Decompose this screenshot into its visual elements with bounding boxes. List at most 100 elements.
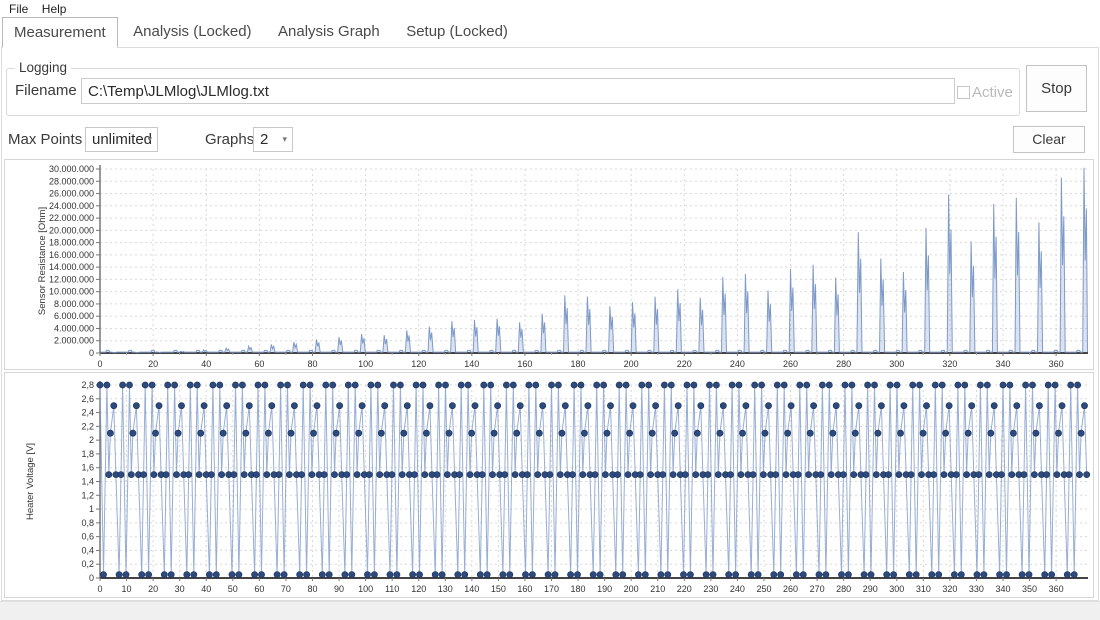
- svg-text:260: 260: [783, 359, 798, 369]
- svg-text:50: 50: [228, 584, 238, 594]
- svg-text:160: 160: [517, 584, 532, 594]
- heater-voltage-chart: 00,20,40,60,811,21,41,61,822,22,42,62,80…: [4, 372, 1094, 598]
- svg-text:360: 360: [1049, 359, 1064, 369]
- max-points-select[interactable]: unlimited ▾: [85, 127, 158, 152]
- svg-text:80: 80: [307, 359, 317, 369]
- svg-text:2: 2: [89, 435, 94, 445]
- svg-text:280: 280: [836, 359, 851, 369]
- menu-bar: File Help: [0, 0, 1100, 17]
- graphs-select[interactable]: 2 ▾: [253, 127, 293, 152]
- tab-setup-locked[interactable]: Setup (Locked): [395, 17, 519, 47]
- svg-text:100: 100: [358, 359, 373, 369]
- max-points-value: unlimited: [92, 131, 152, 148]
- svg-text:20: 20: [148, 584, 158, 594]
- svg-text:220: 220: [677, 359, 692, 369]
- tab-bar: Measurement Analysis (Locked) Analysis G…: [2, 17, 519, 48]
- svg-text:200: 200: [624, 584, 639, 594]
- svg-text:24.000.000: 24.000.000: [49, 201, 94, 211]
- svg-text:16.000.000: 16.000.000: [49, 250, 94, 260]
- svg-text:300: 300: [889, 584, 904, 594]
- svg-text:18.000.000: 18.000.000: [49, 238, 94, 248]
- svg-text:1,4: 1,4: [81, 477, 94, 487]
- svg-text:0: 0: [89, 348, 94, 358]
- svg-text:80: 80: [307, 584, 317, 594]
- svg-text:140: 140: [464, 359, 479, 369]
- svg-text:8.000.000: 8.000.000: [54, 299, 94, 309]
- svg-text:120: 120: [411, 359, 426, 369]
- menu-help[interactable]: Help: [42, 2, 67, 16]
- svg-text:1,6: 1,6: [81, 463, 94, 473]
- svg-text:0,2: 0,2: [81, 559, 94, 569]
- svg-text:150: 150: [491, 584, 506, 594]
- svg-text:160: 160: [517, 359, 532, 369]
- svg-text:250: 250: [756, 584, 771, 594]
- svg-text:230: 230: [703, 584, 718, 594]
- filename-label: Filename: [15, 82, 77, 99]
- svg-text:10: 10: [122, 584, 132, 594]
- svg-text:220: 220: [677, 584, 692, 594]
- checkbox-icon[interactable]: [957, 86, 970, 99]
- svg-text:30.000.000: 30.000.000: [49, 164, 94, 174]
- chevron-down-icon: ▾: [147, 128, 152, 151]
- svg-text:4.000.000: 4.000.000: [54, 323, 94, 333]
- svg-text:28.000.000: 28.000.000: [49, 176, 94, 186]
- svg-text:6.000.000: 6.000.000: [54, 311, 94, 321]
- filename-input[interactable]: [81, 78, 955, 104]
- svg-text:320: 320: [942, 584, 957, 594]
- svg-text:280: 280: [836, 584, 851, 594]
- svg-text:360: 360: [1049, 584, 1064, 594]
- active-checkbox[interactable]: Active: [957, 84, 1013, 101]
- svg-text:20: 20: [148, 359, 158, 369]
- svg-text:0,8: 0,8: [81, 518, 94, 528]
- svg-text:Sensor Resistance [Ohm]: Sensor Resistance [Ohm]: [37, 207, 48, 315]
- svg-text:22.000.000: 22.000.000: [49, 213, 94, 223]
- svg-text:290: 290: [863, 584, 878, 594]
- svg-text:0,4: 0,4: [81, 545, 94, 555]
- svg-text:340: 340: [995, 584, 1010, 594]
- svg-text:1,8: 1,8: [81, 449, 94, 459]
- svg-text:110: 110: [385, 584, 399, 594]
- svg-text:40: 40: [201, 584, 211, 594]
- svg-text:130: 130: [438, 584, 453, 594]
- svg-text:12.000.000: 12.000.000: [49, 274, 94, 284]
- tab-analysis-locked[interactable]: Analysis (Locked): [122, 17, 262, 47]
- svg-text:140: 140: [464, 584, 479, 594]
- svg-text:170: 170: [544, 584, 559, 594]
- svg-text:0,6: 0,6: [81, 532, 94, 542]
- svg-text:2,8: 2,8: [81, 380, 94, 390]
- logging-groupbox: Logging Filename Active: [6, 68, 1020, 116]
- svg-text:180: 180: [571, 584, 586, 594]
- svg-text:0: 0: [97, 584, 102, 594]
- graphs-value: 2: [260, 131, 268, 148]
- svg-text:26.000.000: 26.000.000: [49, 189, 94, 199]
- svg-text:1,2: 1,2: [81, 490, 94, 500]
- app-window: File Help Measurement Analysis (Locked) …: [0, 0, 1100, 620]
- svg-text:190: 190: [597, 584, 612, 594]
- svg-text:60: 60: [254, 359, 264, 369]
- svg-text:1: 1: [89, 504, 94, 514]
- svg-text:60: 60: [254, 584, 264, 594]
- status-bar: [0, 601, 1100, 620]
- svg-text:30: 30: [175, 584, 185, 594]
- svg-text:2,2: 2,2: [81, 421, 94, 431]
- tab-analysis-graph[interactable]: Analysis Graph: [267, 17, 391, 47]
- svg-text:120: 120: [411, 584, 426, 594]
- svg-text:270: 270: [810, 584, 825, 594]
- svg-text:40: 40: [201, 359, 211, 369]
- svg-text:240: 240: [730, 359, 745, 369]
- svg-text:210: 210: [650, 584, 665, 594]
- svg-text:100: 100: [358, 584, 373, 594]
- svg-text:240: 240: [730, 584, 745, 594]
- svg-text:Heater Voltage [V]: Heater Voltage [V]: [25, 443, 36, 520]
- svg-text:180: 180: [571, 359, 586, 369]
- clear-button[interactable]: Clear: [1013, 126, 1085, 153]
- stop-button[interactable]: Stop: [1026, 65, 1087, 112]
- svg-text:0: 0: [89, 573, 94, 583]
- tab-measurement[interactable]: Measurement: [2, 17, 118, 48]
- sensor-resistance-chart: 02.000.0004.000.0006.000.0008.000.00010.…: [4, 159, 1094, 370]
- svg-text:90: 90: [334, 584, 344, 594]
- svg-text:320: 320: [942, 359, 957, 369]
- svg-text:10.000.000: 10.000.000: [49, 287, 94, 297]
- menu-file[interactable]: File: [9, 2, 28, 16]
- svg-text:310: 310: [916, 584, 931, 594]
